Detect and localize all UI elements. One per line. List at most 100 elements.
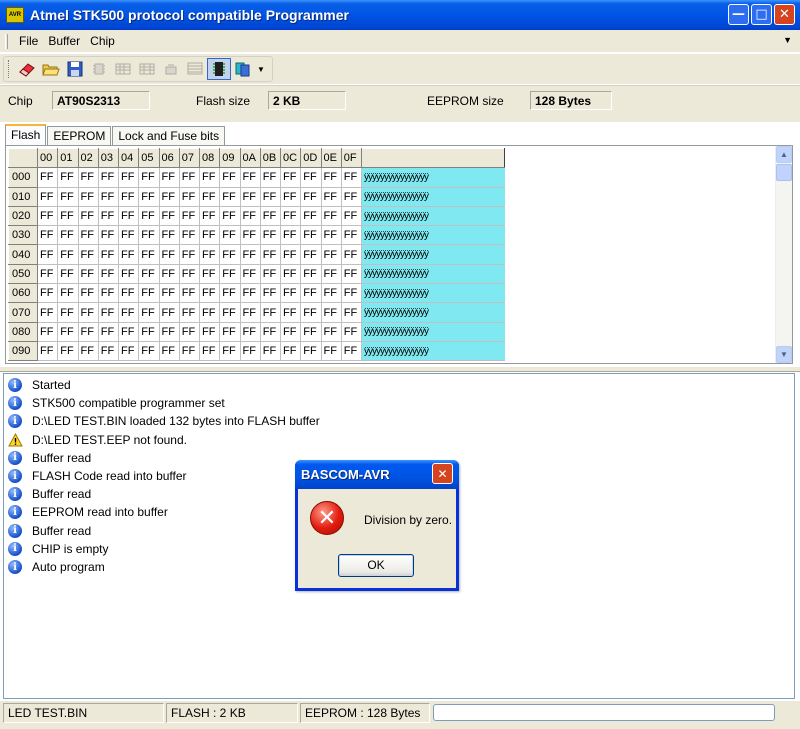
hex-cell[interactable]: FF	[259, 283, 282, 304]
hex-cell[interactable]: FF	[239, 340, 261, 362]
column-header[interactable]: 09	[219, 147, 241, 169]
hex-cell[interactable]: FF	[259, 244, 282, 265]
memory-button[interactable]	[183, 58, 207, 80]
hex-cell[interactable]: FF	[97, 340, 120, 362]
ascii-cell[interactable]: ÿÿÿÿÿÿÿÿÿÿÿÿÿÿÿÿ	[361, 302, 505, 323]
hex-cell[interactable]: FF	[117, 263, 140, 285]
hex-cell[interactable]: FF	[178, 283, 201, 304]
toolbar-grip[interactable]	[8, 60, 11, 78]
ascii-cell[interactable]: ÿÿÿÿÿÿÿÿÿÿÿÿÿÿÿÿ	[361, 244, 505, 265]
hex-cell[interactable]: FF	[77, 321, 99, 342]
hex-cell[interactable]: FF	[117, 186, 140, 207]
hex-cell[interactable]: FF	[158, 321, 180, 342]
save-button[interactable]	[63, 58, 87, 80]
hex-cell[interactable]: FF	[77, 186, 99, 207]
hex-cell[interactable]: FF	[279, 321, 302, 342]
column-header[interactable]: 0F	[340, 147, 363, 169]
hex-cell[interactable]: FF	[97, 263, 120, 285]
hex-cell[interactable]: FF	[138, 225, 160, 246]
hex-cell[interactable]: FF	[239, 321, 261, 342]
row-address[interactable]: 050	[8, 263, 38, 285]
hex-cell[interactable]: FF	[97, 321, 120, 342]
hex-cell[interactable]: FF	[117, 321, 140, 342]
hex-cell[interactable]: FF	[77, 302, 99, 323]
column-header[interactable]: 0A	[239, 147, 261, 169]
hex-cell[interactable]: FF	[97, 244, 120, 265]
hex-cell[interactable]: FF	[279, 263, 302, 285]
hex-cell[interactable]: FF	[279, 244, 302, 265]
hex-cell[interactable]: FF	[340, 167, 363, 188]
chip-button[interactable]	[207, 58, 231, 80]
hex-cell[interactable]: FF	[138, 321, 160, 342]
hex-cell[interactable]: FF	[138, 205, 160, 227]
hex-cell[interactable]: FF	[300, 340, 322, 362]
hex-cell[interactable]: FF	[57, 167, 79, 188]
column-header[interactable]: 07	[178, 147, 201, 169]
hex-cell[interactable]: FF	[198, 167, 221, 188]
hex-cell[interactable]: FF	[239, 167, 261, 188]
hex-cell[interactable]: FF	[57, 321, 79, 342]
hex-cell[interactable]: FF	[158, 340, 180, 362]
hex-cell[interactable]: FF	[340, 263, 363, 285]
hex-cell[interactable]: FF	[158, 205, 180, 227]
hex-cell[interactable]: FF	[259, 321, 282, 342]
hex-cell[interactable]: FF	[320, 302, 342, 323]
hex-cell[interactable]: FF	[36, 302, 59, 323]
hex-cell[interactable]: FF	[340, 205, 363, 227]
hex-cell[interactable]: FF	[36, 167, 59, 188]
hex-cell[interactable]: FF	[36, 205, 59, 227]
hex-cell[interactable]: FF	[138, 340, 160, 362]
hex-cell[interactable]: FF	[57, 244, 79, 265]
hex-cell[interactable]: FF	[138, 167, 160, 188]
hex-cell[interactable]: FF	[77, 167, 99, 188]
hex-cell[interactable]: FF	[117, 205, 140, 227]
scroll-down-icon[interactable]: ▼	[776, 346, 792, 363]
hex-cell[interactable]: FF	[219, 225, 241, 246]
hex-cell[interactable]: FF	[57, 283, 79, 304]
hex-cell[interactable]: FF	[219, 321, 241, 342]
hex-cell[interactable]: FF	[300, 225, 322, 246]
pane-splitter[interactable]	[0, 366, 800, 372]
hex-cell[interactable]: FF	[36, 321, 59, 342]
hex-cell[interactable]: FF	[340, 225, 363, 246]
menu-chip[interactable]: Chip	[85, 34, 120, 48]
hex-cell[interactable]: FF	[279, 283, 302, 304]
hex-cell[interactable]: FF	[97, 167, 120, 188]
hex-cell[interactable]: FF	[117, 302, 140, 323]
hex-cell[interactable]: FF	[320, 205, 342, 227]
hex-cell[interactable]: FF	[300, 302, 322, 323]
hex-cell[interactable]: FF	[239, 263, 261, 285]
hex-cell[interactable]: FF	[77, 225, 99, 246]
hex-cell[interactable]: FF	[77, 244, 99, 265]
column-header[interactable]: 01	[57, 147, 79, 169]
hex-cell[interactable]: FF	[178, 302, 201, 323]
hex-cell[interactable]: FF	[300, 283, 322, 304]
hex-cell[interactable]: FF	[158, 244, 180, 265]
hex-cell[interactable]: FF	[340, 340, 363, 362]
hex-cell[interactable]: FF	[300, 244, 322, 265]
ascii-cell[interactable]: ÿÿÿÿÿÿÿÿÿÿÿÿÿÿÿÿ	[361, 341, 505, 362]
dialog-close-button[interactable]: ✕	[432, 463, 453, 484]
hex-cell[interactable]: FF	[178, 263, 201, 285]
menu-buffer[interactable]: Buffer	[43, 34, 85, 48]
erase-button[interactable]	[15, 58, 39, 80]
hex-cell[interactable]: FF	[36, 186, 59, 207]
column-header[interactable]: 0B	[259, 147, 282, 169]
hex-cell[interactable]: FF	[198, 263, 221, 285]
hex-cell[interactable]: FF	[97, 225, 120, 246]
hex-cell[interactable]: FF	[138, 186, 160, 207]
hex-cell[interactable]: FF	[198, 340, 221, 362]
hex-cell[interactable]: FF	[340, 302, 363, 323]
scroll-up-icon[interactable]: ▲	[776, 146, 792, 163]
chevron-down-icon[interactable]: ▼	[783, 35, 792, 45]
column-header[interactable]: 02	[77, 147, 99, 169]
hex-cell[interactable]: FF	[300, 263, 322, 285]
hex-cell[interactable]: FF	[300, 186, 322, 207]
hex-cell[interactable]: FF	[36, 283, 59, 304]
tab-lock-fuse-bits[interactable]: Lock and Fuse bits	[112, 126, 226, 145]
hex-cell[interactable]: FF	[259, 205, 282, 227]
hex-cell[interactable]: FF	[320, 225, 342, 246]
read-button[interactable]	[111, 58, 135, 80]
column-header[interactable]: 0D	[300, 147, 322, 169]
ascii-cell[interactable]: ÿÿÿÿÿÿÿÿÿÿÿÿÿÿÿÿ	[361, 206, 505, 227]
